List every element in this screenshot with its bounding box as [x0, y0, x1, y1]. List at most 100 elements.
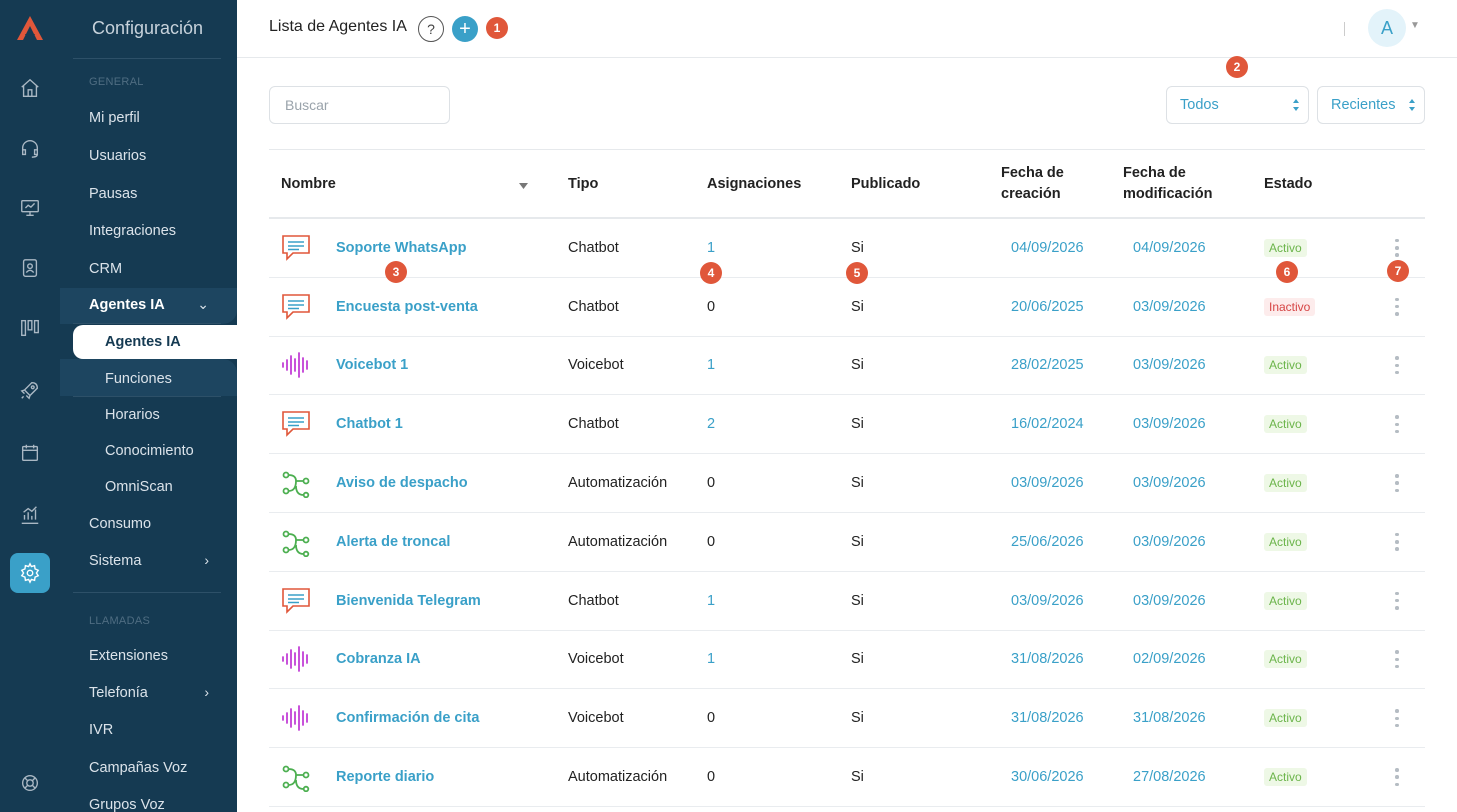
- table-row[interactable]: Aviso de despacho Automatización 0 Si 03/09/…: [269, 454, 1425, 513]
- agent-type: Chatbot: [568, 592, 619, 609]
- agent-type: Chatbot: [568, 298, 619, 315]
- agent-name-link[interactable]: Bienvenida Telegram: [336, 593, 481, 609]
- table-row[interactable]: Confirmación de cita Voicebot 0 Si 31/08/202…: [269, 689, 1425, 749]
- more-options-icon[interactable]: [1393, 709, 1401, 728]
- type-filter-select[interactable]: Todos: [1166, 86, 1309, 124]
- table-row[interactable]: Voicebot 1 Voicebot 1 Si 28/02/2025 03/09/202…: [269, 337, 1425, 396]
- agent-assignments[interactable]: 1: [707, 357, 715, 373]
- table-row[interactable]: Reporte diario Automatización 0 Si 30/06/202…: [269, 748, 1425, 807]
- sidebar-subitem-ai-agents-active[interactable]: Agentes IA: [73, 325, 237, 359]
- agent-published: Si: [851, 651, 864, 668]
- chevron-down-icon[interactable]: ▼: [1410, 20, 1420, 31]
- agent-published: Si: [851, 592, 864, 609]
- agent-name-link[interactable]: Alerta de troncal: [336, 534, 450, 550]
- agent-name-link[interactable]: Aviso de despacho: [336, 475, 468, 491]
- sidebar-item-system[interactable]: Sistema: [89, 553, 141, 569]
- more-options-icon[interactable]: [1393, 297, 1401, 316]
- avatar[interactable]: A: [1368, 9, 1406, 47]
- agent-created-date: 20/06/2025: [1011, 298, 1084, 315]
- agent-name-link[interactable]: Reporte diario: [336, 769, 434, 785]
- rocket-icon[interactable]: [10, 370, 50, 410]
- agent-type: Voicebot: [568, 710, 624, 727]
- sidebar-item-ivr[interactable]: IVR: [89, 722, 113, 738]
- sidebar-item-profile[interactable]: Mi perfil: [89, 110, 140, 126]
- agent-modified-date: 04/09/2026: [1133, 239, 1206, 256]
- agent-name-link[interactable]: Soporte WhatsApp: [336, 240, 467, 256]
- agent-assignments[interactable]: 1: [707, 593, 715, 609]
- column-header-name[interactable]: Nombre: [281, 174, 336, 195]
- table-row[interactable]: Bienvenida Telegram Chatbot 1 Si 03/09/2026 0…: [269, 572, 1425, 631]
- sidebar-item-extensions[interactable]: Extensiones: [89, 648, 168, 664]
- sidebar-subitem-omniscan[interactable]: OmniScan: [105, 479, 173, 495]
- sidebar-subitem-functions[interactable]: Funciones: [105, 371, 172, 387]
- section-general: GENERAL: [89, 76, 144, 88]
- home-icon[interactable]: [10, 68, 50, 108]
- divider: [73, 323, 221, 324]
- table-row[interactable]: Chatbot 1 Chatbot 2 Si 16/02/2024 03/09/2026 A…: [269, 395, 1425, 455]
- table-row[interactable]: Encuesta post-venta Chatbot 0 Si 20/06/2025 0…: [269, 278, 1425, 337]
- sidebar-subitem-knowledge[interactable]: Conocimiento: [105, 443, 194, 459]
- agent-modified-date: 03/09/2026: [1133, 592, 1206, 609]
- more-options-icon[interactable]: [1393, 474, 1401, 493]
- more-options-icon[interactable]: [1393, 238, 1401, 257]
- sidebar-item-crm[interactable]: CRM: [89, 261, 122, 277]
- more-options-icon[interactable]: [1393, 356, 1401, 375]
- brand-logo-icon[interactable]: [14, 12, 46, 44]
- agent-name-link[interactable]: Confirmación de cita: [336, 710, 479, 726]
- add-agent-button[interactable]: +: [452, 16, 478, 42]
- agent-name-link[interactable]: Chatbot 1: [336, 416, 403, 432]
- flow-icon: [281, 762, 311, 793]
- monitor-icon[interactable]: [10, 188, 50, 228]
- agent-type: Chatbot: [568, 416, 619, 433]
- help-circle-icon[interactable]: [10, 763, 50, 803]
- agent-assignments: 0: [707, 475, 716, 492]
- agent-created-date: 03/09/2026: [1011, 592, 1084, 609]
- sidebar-group-ai-agents[interactable]: Agentes IA ⌄: [60, 288, 237, 324]
- agent-name-link[interactable]: Voicebot 1: [336, 357, 408, 373]
- agent-type: Voicebot: [568, 651, 624, 668]
- agent-name-link[interactable]: Cobranza IA: [336, 651, 421, 667]
- sidebar-item-consumption[interactable]: Consumo: [89, 516, 151, 532]
- agent-name-link[interactable]: Encuesta post-venta: [336, 299, 478, 315]
- sidebar-item-telephony[interactable]: Telefonía: [89, 685, 148, 701]
- agent-assignments[interactable]: 1: [707, 651, 715, 667]
- flow-icon: [281, 527, 311, 558]
- status-badge: Inactivo: [1264, 297, 1316, 316]
- more-options-icon[interactable]: [1393, 768, 1401, 787]
- contacts-icon[interactable]: [10, 248, 50, 288]
- status-badge: Activo: [1264, 532, 1307, 551]
- column-header-created-line2: creación: [1001, 186, 1061, 202]
- gear-icon[interactable]: [10, 553, 50, 593]
- sidebar-item-voice-groups[interactable]: Grupos Voz: [89, 797, 165, 812]
- annotation-badge: 3: [385, 261, 407, 283]
- table-row[interactable]: Alerta de troncal Automatización 0 Si 25/06/…: [269, 513, 1425, 572]
- agent-assignments[interactable]: 1: [707, 240, 715, 256]
- agent-created-date: 16/02/2024: [1011, 416, 1084, 433]
- sidebar-item-integrations[interactable]: Integraciones: [89, 223, 176, 239]
- agents-table: Nombre Tipo Asignaciones Publicado Fecha…: [269, 149, 1425, 807]
- agent-created-date: 31/08/2026: [1011, 651, 1084, 668]
- sort-caret-icon[interactable]: [519, 183, 528, 189]
- sidebar-subitem-schedules[interactable]: Horarios: [105, 407, 160, 423]
- more-options-icon[interactable]: [1393, 415, 1401, 434]
- annotation-badge: 5: [846, 262, 868, 284]
- chart-icon[interactable]: [10, 495, 50, 535]
- help-button[interactable]: ?: [418, 16, 444, 42]
- sidebar-item-voice-campaigns[interactable]: Campañas Voz: [89, 760, 187, 776]
- sort-filter-value: Recientes: [1331, 97, 1396, 113]
- agent-type: Voicebot: [568, 357, 624, 374]
- calendar-icon[interactable]: [10, 433, 50, 473]
- search-input[interactable]: [269, 86, 450, 124]
- sidebar-item-pauses[interactable]: Pausas: [89, 186, 137, 202]
- more-options-icon[interactable]: [1393, 532, 1401, 551]
- table-row[interactable]: Cobranza IA Voicebot 1 Si 31/08/2026 02/09/20…: [269, 631, 1425, 690]
- more-options-icon[interactable]: [1393, 591, 1401, 610]
- headset-icon[interactable]: [10, 128, 50, 168]
- agent-assignments[interactable]: 2: [707, 416, 715, 432]
- agent-modified-date: 03/09/2026: [1133, 298, 1206, 315]
- sidebar-item-users[interactable]: Usuarios: [89, 148, 146, 164]
- agent-modified-date: 02/09/2026: [1133, 651, 1206, 668]
- more-options-icon[interactable]: [1393, 650, 1401, 669]
- sort-filter-select[interactable]: Recientes: [1317, 86, 1425, 124]
- kanban-icon[interactable]: [10, 308, 50, 348]
